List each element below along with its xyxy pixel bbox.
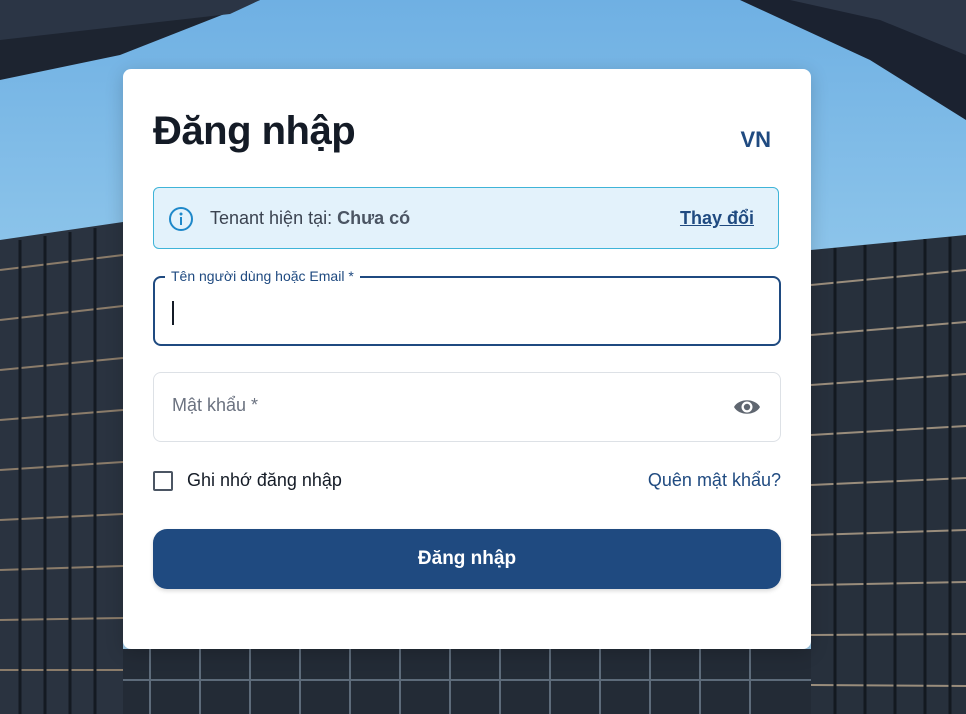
username-input[interactable] <box>171 278 735 346</box>
tenant-info-banner: Tenant hiện tại: Chưa có Thay đổi <box>153 187 779 249</box>
username-field[interactable]: Tên người dùng hoặc Email * <box>153 268 781 346</box>
tenant-label: Tenant hiện tại: <box>210 208 333 228</box>
password-field[interactable]: Mật khẩu * <box>153 372 781 443</box>
login-card: Đăng nhập VN Tenant hiện tại: Chưa có Th… <box>123 69 811 649</box>
tenant-text: Tenant hiện tại: Chưa có <box>210 208 410 229</box>
language-switcher[interactable]: VN <box>740 127 771 153</box>
tenant-value: Chưa có <box>337 208 411 228</box>
forgot-password-link[interactable]: Quên mật khẩu? <box>648 470 781 491</box>
remember-checkbox[interactable] <box>153 471 173 491</box>
text-cursor <box>172 301 174 325</box>
remember-label: Ghi nhớ đăng nhập <box>187 470 342 490</box>
eye-icon[interactable] <box>732 395 762 419</box>
change-tenant-link[interactable]: Thay đổi <box>680 208 754 229</box>
info-circle-icon <box>169 207 193 231</box>
login-button[interactable]: Đăng nhập <box>153 529 781 589</box>
page-title: Đăng nhập <box>153 109 356 153</box>
password-input[interactable] <box>170 373 734 443</box>
